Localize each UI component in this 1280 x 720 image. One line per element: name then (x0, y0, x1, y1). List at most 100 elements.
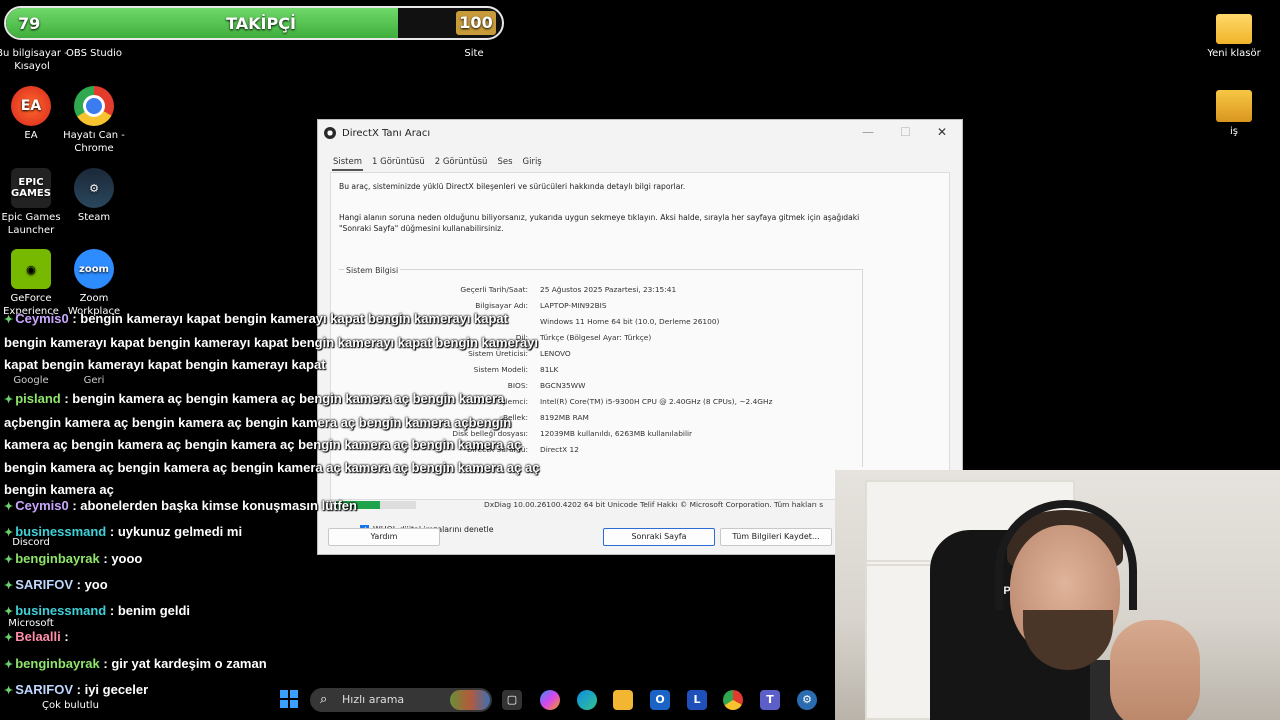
chat-text: gir yat kardeşim o zaman (111, 656, 267, 671)
tab-input[interactable]: Giriş (522, 155, 543, 171)
chat-message: ✦ pisland : bengin kamera aç bengin kamer… (4, 388, 549, 502)
desktop-icon-obs[interactable]: OBS Studio (56, 47, 132, 60)
desktop-icon-is[interactable]: iş (1196, 90, 1272, 138)
chrome-label: Hayatı Can - Chrome (63, 130, 125, 154)
edge-icon[interactable] (577, 690, 597, 710)
chat-username: businessmand (15, 603, 107, 618)
folder-icon (1216, 14, 1252, 44)
settings-icon[interactable]: ⚙ (797, 690, 817, 710)
new-folder-label: Yeni klasör (1207, 48, 1261, 59)
next-page-button[interactable]: Sonraki Sayfa (603, 528, 715, 546)
weather-widget[interactable]: Çok bulutlu (14, 690, 99, 711)
weather-text: Çok bulutlu (42, 700, 99, 711)
chat-separator: : (60, 391, 73, 406)
start-button[interactable] (280, 690, 298, 708)
system-info-value: LAPTOP-MIN92BIS (540, 301, 607, 310)
system-info-value: Türkçe (Bölgesel Ayar: Türkçe) (540, 333, 652, 342)
zoom-icon: zoom (74, 249, 114, 289)
tab-display-1[interactable]: 1 Görüntüsü (371, 155, 426, 171)
system-info-key: Geçerli Tarih/Saat: (460, 285, 528, 294)
maximize-icon[interactable]: ☐ (900, 125, 911, 139)
chat-message: ✦ SARIFOV : yoo (4, 574, 549, 598)
close-icon[interactable]: ✕ (937, 125, 947, 139)
chat-username: businessmand (15, 524, 107, 539)
chat-username: Belaalli (15, 629, 61, 644)
obs-label: OBS Studio (66, 48, 122, 59)
chat-text: benim geldi (117, 603, 191, 618)
teams-icon[interactable]: T (760, 690, 780, 710)
chat-message: ✦ Ceymis0 : bengin kamerayı kapat bengin … (4, 308, 549, 377)
desktop-icon-chrome[interactable]: Hayatı Can - Chrome (56, 86, 132, 155)
site-label: Site (464, 48, 484, 59)
chat-badge-icon: ✦ (4, 580, 14, 592)
chat-username: benginbayrak (15, 656, 100, 671)
instruction-text-line1: Hangi alanın soruna neden olduğunu biliy… (339, 213, 860, 222)
epic-games-icon: EPIC GAMES (11, 168, 51, 208)
steam-icon: ⚙ (74, 168, 114, 208)
chat-text: bengin kamerayı kapat bengin kamerayı ka… (4, 311, 538, 372)
ea-icon: EA (11, 86, 51, 126)
chat-text: uykunuz gelmedi mi (117, 524, 243, 539)
chat-text: yoo (84, 577, 108, 592)
chat-separator: : (99, 656, 112, 671)
chat-badge-icon: ✦ (4, 606, 14, 618)
chat-badge-icon: ✦ (4, 659, 14, 671)
desktop-icon-steam[interactable]: ⚙ Steam (56, 168, 132, 224)
file-explorer-icon[interactable] (613, 690, 633, 710)
chat-separator: : (106, 524, 118, 539)
chat-username: pisland (15, 391, 61, 406)
save-all-info-button[interactable]: Tüm Bilgileri Kaydet... (720, 528, 832, 546)
chat-username: Ceymis0 (15, 498, 69, 513)
chat-badge-icon: ✦ (4, 314, 14, 326)
search-highlight-icon (450, 690, 490, 710)
chat-username: Ceymis0 (15, 311, 69, 326)
copilot-icon[interactable] (540, 690, 560, 710)
chat-separator: : (68, 498, 81, 513)
system-info-value: 12039MB kullanıldı, 6263MB kullanılabili… (540, 429, 693, 438)
l-app-icon[interactable]: L (687, 690, 707, 710)
desktop-icon-new-folder[interactable]: Yeni klasör (1196, 8, 1272, 60)
tab-sistem[interactable]: Sistem (332, 155, 364, 171)
window-title: DirectX Tanı Aracı (342, 127, 431, 139)
webcam-overlay: XPRIM (835, 470, 1280, 720)
chat-badge-icon: ✦ (4, 554, 14, 566)
streamer-hand (1110, 620, 1200, 720)
chat-separator: : (99, 551, 112, 566)
chat-badge-icon: ✦ (4, 501, 14, 513)
follower-goal-count: 100 (456, 11, 496, 35)
tab-sound[interactable]: Ses (496, 155, 513, 171)
taskbar-search[interactable]: ⌕ Hızlı arama (310, 688, 492, 712)
chat-text: yooo (111, 551, 143, 566)
nvidia-icon: ◉ (11, 249, 51, 289)
chat-message: ✦ benginbayrak : gir yat kardeşim o zaman (4, 653, 549, 677)
tab-display-2[interactable]: 2 Görüntüsü (434, 155, 489, 171)
chrome-icon[interactable] (723, 690, 743, 710)
task-view-icon[interactable]: ▢ (502, 690, 522, 710)
folder-icon (1216, 90, 1252, 122)
chat-message: ✦ Ceymis0 : abonelerden başka kimse konuş… (4, 495, 549, 519)
chat-text: bengin kamera aç bengin kamera aç bengin… (4, 391, 540, 497)
tab-bar: Sistem 1 Görüntüsü 2 Görüntüsü Ses Giriş (332, 155, 543, 171)
chat-message: ✦ benginbayrak : yooo (4, 548, 549, 572)
chat-badge-icon: ✦ (4, 527, 14, 539)
minimize-icon[interactable]: — (862, 125, 874, 139)
desktop-icon-site[interactable]: Site (436, 47, 512, 60)
chrome-icon (74, 86, 114, 126)
chat-message: ✦ businessmand : benim geldi (4, 600, 549, 624)
follower-label: TAKİPÇİ (226, 14, 296, 33)
chat-username: benginbayrak (15, 551, 100, 566)
instruction-text-line2: "Sonraki Sayfa" düğmesini kullanabilirsi… (339, 224, 504, 233)
follower-goal-bar: 79 TAKİPÇİ 100 (4, 6, 504, 40)
chat-separator: : (73, 577, 85, 592)
chat-separator: : (68, 311, 81, 326)
system-info-group-title: Sistem Bilgisi (344, 266, 401, 275)
system-info-value: Windows 11 Home 64 bit (10.0, Derleme 26… (540, 317, 720, 326)
outlook-icon[interactable]: O (650, 690, 670, 710)
chat-username: SARIFOV (15, 577, 74, 592)
chat-message: ✦ Belaalli : (4, 626, 549, 650)
search-icon: ⌕ (320, 692, 328, 707)
intro-text: Bu araç, sisteminizde yüklü DirectX bile… (339, 182, 686, 191)
steam-label: Steam (77, 212, 111, 223)
search-placeholder: Hızlı arama (342, 693, 405, 706)
system-info-value: 25 Ağustos 2025 Pazartesi, 23:15:41 (540, 285, 677, 294)
